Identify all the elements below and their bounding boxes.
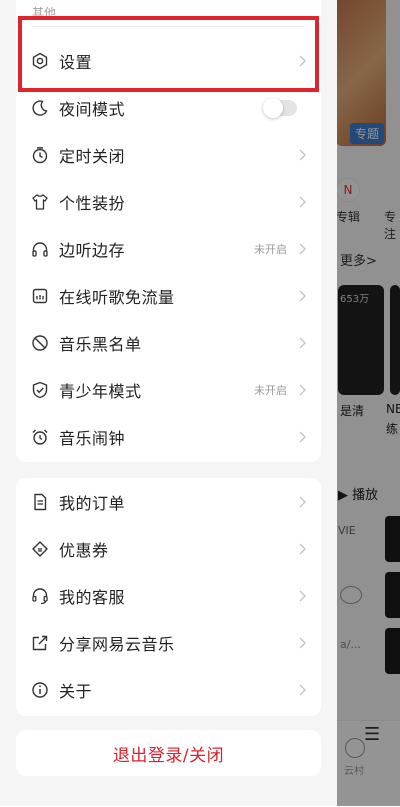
menu-item-music-blacklist[interactable]: 音乐黑名单 — [16, 319, 321, 366]
section-title: 其他 — [32, 6, 57, 20]
menu-item-share-app[interactable]: 分享网易云音乐 — [16, 619, 321, 666]
sim-card-icon — [31, 287, 49, 305]
menu-item-customer-service[interactable]: 我的客服 — [16, 572, 321, 619]
status-text: 未开启 — [254, 242, 287, 256]
chevron-right-icon — [299, 243, 306, 254]
chevron-right-icon — [299, 196, 306, 207]
headset-icon — [31, 587, 49, 605]
chevron-right-icon — [299, 149, 306, 160]
coupon-icon — [31, 540, 49, 558]
menu-item-label: 夜间模式 — [59, 99, 126, 119]
menu-item-label: 个性装扮 — [59, 193, 126, 213]
menu-item-label: 分享网易云音乐 — [59, 634, 175, 654]
chevron-right-icon — [299, 684, 306, 695]
side-drawer: 其他 设置 夜间模式 定时关闭 个性装扮 边听边存 未开启 在线听歌免流量 音乐… — [0, 0, 337, 806]
menu-item-label: 音乐闹钟 — [59, 428, 126, 448]
chevron-right-icon — [299, 337, 306, 348]
menu-item-coupons[interactable]: 优惠券 — [16, 525, 321, 572]
menu-item-label: 在线听歌免流量 — [59, 287, 175, 307]
menu-item-label: 关于 — [59, 681, 93, 701]
chevron-right-icon — [299, 55, 306, 66]
menu-item-label: 青少年模式 — [59, 381, 142, 401]
menu-item-label: 定时关闭 — [59, 146, 126, 166]
menu-item-listen-and-save[interactable]: 边听边存 未开启 — [16, 225, 321, 272]
menu-item-sleep-timer[interactable]: 定时关闭 — [16, 131, 321, 178]
alarm-clock-icon — [31, 428, 49, 446]
menu-item-label: 音乐黑名单 — [59, 334, 142, 354]
chevron-right-icon — [299, 543, 306, 554]
menu-item-night-mode[interactable]: 夜间模式 — [16, 84, 321, 131]
shield-check-icon — [31, 381, 49, 399]
menu-item-free-data[interactable]: 在线听歌免流量 — [16, 272, 321, 319]
menu-item-my-orders[interactable]: 我的订单 — [16, 478, 321, 525]
menu-item-label: 我的客服 — [59, 587, 126, 607]
chevron-right-icon — [299, 431, 306, 442]
ban-icon — [31, 334, 49, 352]
shirt-icon — [31, 193, 49, 211]
chevron-right-icon — [299, 637, 306, 648]
logout-label: 退出登录/关闭 — [112, 745, 225, 766]
moon-icon — [31, 99, 49, 117]
night-mode-toggle[interactable] — [263, 97, 297, 118]
headphones-icon — [31, 240, 49, 258]
menu-item-label: 设置 — [59, 52, 93, 72]
chevron-right-icon — [299, 290, 306, 301]
settings-card: 其他 设置 夜间模式 定时关闭 个性装扮 边听边存 未开启 在线听歌免流量 音乐… — [16, 0, 321, 462]
menu-item-label: 优惠券 — [59, 540, 109, 560]
menu-item-settings[interactable]: 设置 — [16, 37, 321, 84]
menu-item-youth-mode[interactable]: 青少年模式 未开启 — [16, 366, 321, 413]
chevron-right-icon — [299, 496, 306, 507]
timer-icon — [31, 146, 49, 164]
menu-item-personal-theme[interactable]: 个性装扮 — [16, 178, 321, 225]
order-document-icon — [31, 493, 49, 511]
chevron-right-icon — [299, 590, 306, 601]
status-text: 未开启 — [254, 383, 287, 397]
gear-icon — [31, 52, 49, 70]
account-card: 我的订单 优惠券 我的客服 分享网易云音乐 关于 — [16, 478, 321, 716]
logout-button[interactable]: 退出登录/关闭 — [16, 730, 321, 776]
chevron-right-icon — [299, 384, 306, 395]
menu-item-music-alarm[interactable]: 音乐闹钟 — [16, 413, 321, 460]
divider — [32, 26, 305, 27]
menu-item-about[interactable]: 关于 — [16, 666, 321, 713]
menu-item-label: 边听边存 — [59, 240, 126, 260]
share-icon — [31, 634, 49, 652]
menu-item-label: 我的订单 — [59, 493, 126, 513]
toggle-knob — [263, 97, 283, 118]
info-icon — [31, 681, 49, 699]
